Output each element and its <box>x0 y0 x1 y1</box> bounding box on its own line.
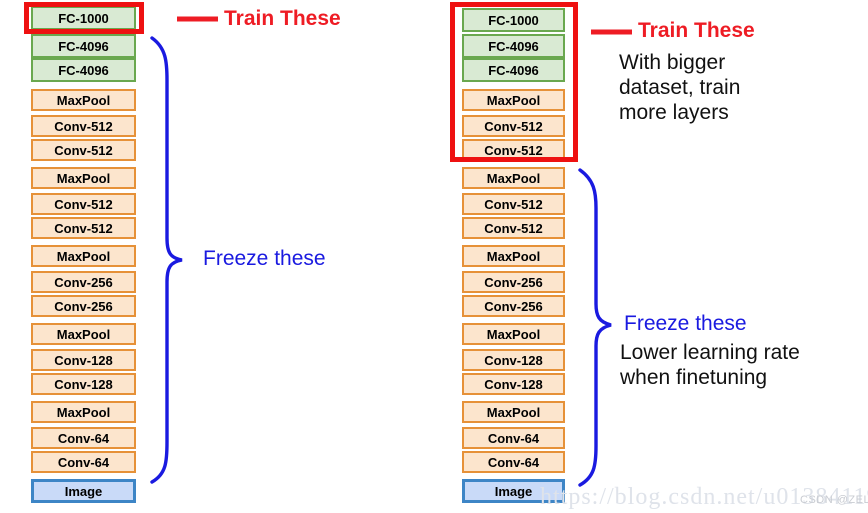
right-layer-conv-64: Conv-64 <box>462 451 565 473</box>
right-layer-maxpool: MaxPool <box>462 245 565 267</box>
diagram-canvas: FC-1000 FC-4096 FC-4096 MaxPool Conv-512 Conv… <box>0 0 868 513</box>
left-layer-conv-128: Conv-128 <box>31 349 136 371</box>
right-layer-conv-512: Conv-512 <box>462 193 565 215</box>
right-layer-conv-128: Conv-128 <box>462 349 565 371</box>
right-layer-conv-512: Conv-512 <box>462 217 565 239</box>
left-layer-conv-512: Conv-512 <box>31 193 136 215</box>
left-layer-maxpool: MaxPool <box>31 167 136 189</box>
right-train-these-label: Train These <box>638 19 755 42</box>
left-layer-conv-128: Conv-128 <box>31 373 136 395</box>
right-train-highlight-box <box>450 2 578 162</box>
left-train-these-label: Train These <box>224 7 341 30</box>
left-layer-conv-512: Conv-512 <box>31 217 136 239</box>
left-layer-conv-64: Conv-64 <box>31 451 136 473</box>
right-freeze-these-label: Freeze these <box>624 312 747 335</box>
right-layer-maxpool: MaxPool <box>462 323 565 345</box>
left-layer-conv-64: Conv-64 <box>31 427 136 449</box>
right-train-note: With bigger dataset, train more layers <box>619 50 740 126</box>
right-train-note-line-3: more layers <box>619 101 729 125</box>
right-layer-maxpool: MaxPool <box>462 401 565 423</box>
right-train-note-line-2: dataset, train <box>619 76 741 100</box>
left-freeze-brace <box>150 36 183 484</box>
watermark-tag: CSDN @ZELR <box>800 494 868 506</box>
left-layer-maxpool: MaxPool <box>31 323 136 345</box>
right-layer-conv-128: Conv-128 <box>462 373 565 395</box>
left-layer-maxpool: MaxPool <box>31 245 136 267</box>
left-layer-maxpool: MaxPool <box>31 401 136 423</box>
right-train-note-line-1: With bigger <box>619 51 726 74</box>
right-freeze-note-line-2: when finetuning <box>620 366 768 390</box>
right-freeze-brace <box>578 168 612 487</box>
left-layer-maxpool: MaxPool <box>31 89 136 111</box>
left-freeze-these-label: Freeze these <box>203 247 326 270</box>
right-freeze-note: Lower learning rate when finetuning <box>620 340 800 390</box>
left-layer-fc-4096: FC-4096 <box>31 34 136 58</box>
left-layer-conv-512: Conv-512 <box>31 115 136 137</box>
right-layer-maxpool: MaxPool <box>462 167 565 189</box>
right-layer-conv-64: Conv-64 <box>462 427 565 449</box>
left-layer-conv-256: Conv-256 <box>31 295 136 317</box>
right-layer-conv-256: Conv-256 <box>462 295 565 317</box>
left-layer-conv-512: Conv-512 <box>31 139 136 161</box>
left-train-highlight-box <box>24 2 144 34</box>
left-layer-conv-256: Conv-256 <box>31 271 136 293</box>
right-layer-conv-256: Conv-256 <box>462 271 565 293</box>
left-layer-image: Image <box>31 479 136 503</box>
left-layer-fc-4096: FC-4096 <box>31 58 136 82</box>
right-freeze-note-line-1: Lower learning rate <box>620 341 800 364</box>
